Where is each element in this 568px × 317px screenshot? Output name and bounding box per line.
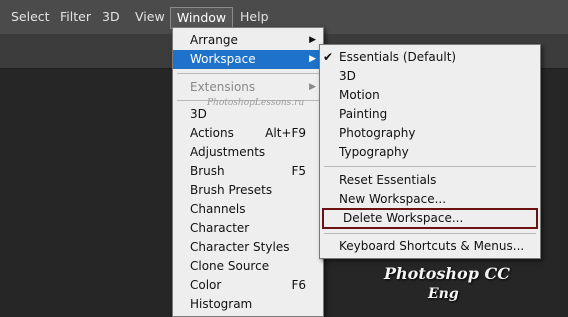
menu-item-label: Channels [190, 202, 246, 216]
menu-item-shortcut: F6 [291, 278, 306, 292]
menu-item-character-styles[interactable]: Character Styles [173, 238, 323, 257]
menu-item-label: Brush [190, 164, 225, 178]
menu-item-label: Keyboard Shortcuts & Menus... [339, 239, 525, 253]
menu-item-shortcut: F5 [291, 164, 306, 178]
menu-item-character[interactable]: Character [173, 219, 323, 238]
menu-3d[interactable]: 3D [102, 0, 120, 34]
menu-item-photography[interactable]: Photography [320, 124, 540, 143]
menu-item-essentials[interactable]: ✔ Essentials (Default) [320, 48, 540, 67]
menu-item-histogram[interactable]: Histogram [173, 295, 323, 314]
menu-item-label: Adjustments [190, 145, 266, 159]
menu-item-label: Histogram [190, 297, 253, 311]
menu-item-3d-workspace[interactable]: 3D [320, 67, 540, 86]
menu-item-workspace[interactable]: Workspace ▶ [173, 50, 323, 69]
brand-subtitle: Eng [428, 286, 459, 302]
menu-item-label: Character Styles [190, 240, 290, 254]
menu-item-brush[interactable]: Brush F5 [173, 162, 323, 181]
menu-item-label: Photography [339, 126, 416, 140]
menu-item-clone-source[interactable]: Clone Source [173, 257, 323, 276]
menu-item-label: Arrange [190, 33, 238, 47]
menu-filter[interactable]: Filter [60, 0, 91, 34]
menu-view[interactable]: View [135, 0, 165, 34]
menu-item-painting[interactable]: Painting [320, 105, 540, 124]
menu-item-reset-essentials[interactable]: Reset Essentials [320, 171, 540, 190]
menu-select[interactable]: Select [11, 0, 50, 34]
menu-item-label: 3D [190, 107, 207, 121]
window-menu: Arrange ▶ Workspace ▶ Extensions ▶ 3D Ac… [172, 27, 324, 317]
menu-item-label: Clone Source [190, 259, 270, 273]
menu-item-label: Delete Workspace... [343, 211, 464, 225]
menu-item-actions[interactable]: Actions Alt+F9 [173, 124, 323, 143]
menu-item-label: Motion [339, 88, 380, 102]
menu-separator [324, 166, 536, 167]
menu-item-delete-workspace[interactable]: Delete Workspace... [322, 208, 538, 229]
menu-item-label: Character [190, 221, 250, 235]
menu-item-brush-presets[interactable]: Brush Presets [173, 181, 323, 200]
menu-item-typography[interactable]: Typography [320, 143, 540, 162]
caret-right-icon: ▶ [309, 35, 316, 45]
brand-title: Photoshop CC [384, 264, 510, 283]
menu-item-label: Extensions [190, 80, 256, 94]
menu-item-extensions: Extensions ▶ [173, 78, 323, 97]
menu-item-adjustments[interactable]: Adjustments [173, 143, 323, 162]
menu-item-label: Essentials (Default) [339, 50, 457, 64]
menu-separator [177, 73, 319, 74]
menu-item-label: Typography [339, 145, 409, 159]
menu-item-arrange[interactable]: Arrange ▶ [173, 31, 323, 50]
watermark: PhotoshopLessons.ru [207, 98, 305, 108]
menu-item-label: Reset Essentials [339, 173, 437, 187]
menu-item-label: Color [190, 278, 222, 292]
menu-item-motion[interactable]: Motion [320, 86, 540, 105]
menu-item-shortcut: Alt+F9 [265, 126, 306, 140]
menu-item-label: Brush Presets [190, 183, 273, 197]
menu-window[interactable]: Window [170, 7, 233, 29]
caret-right-icon: ▶ [309, 82, 316, 92]
menu-separator [324, 233, 536, 234]
menu-item-new-workspace[interactable]: New Workspace... [320, 190, 540, 209]
menu-item-label: 3D [339, 69, 356, 83]
workspace-submenu: ✔ Essentials (Default) 3D Motion Paintin… [319, 44, 541, 259]
menu-item-label: New Workspace... [339, 192, 447, 206]
menu-item-label: Actions [190, 126, 234, 140]
menu-item-keyboard-shortcuts[interactable]: Keyboard Shortcuts & Menus... [320, 237, 540, 256]
menu-item-channels[interactable]: Channels [173, 200, 323, 219]
menu-item-label: Workspace [190, 52, 256, 66]
menu-item-color[interactable]: Color F6 [173, 276, 323, 295]
caret-right-icon: ▶ [309, 54, 316, 64]
checkmark-icon: ✔ [323, 50, 334, 64]
menu-item-label: Painting [339, 107, 388, 121]
